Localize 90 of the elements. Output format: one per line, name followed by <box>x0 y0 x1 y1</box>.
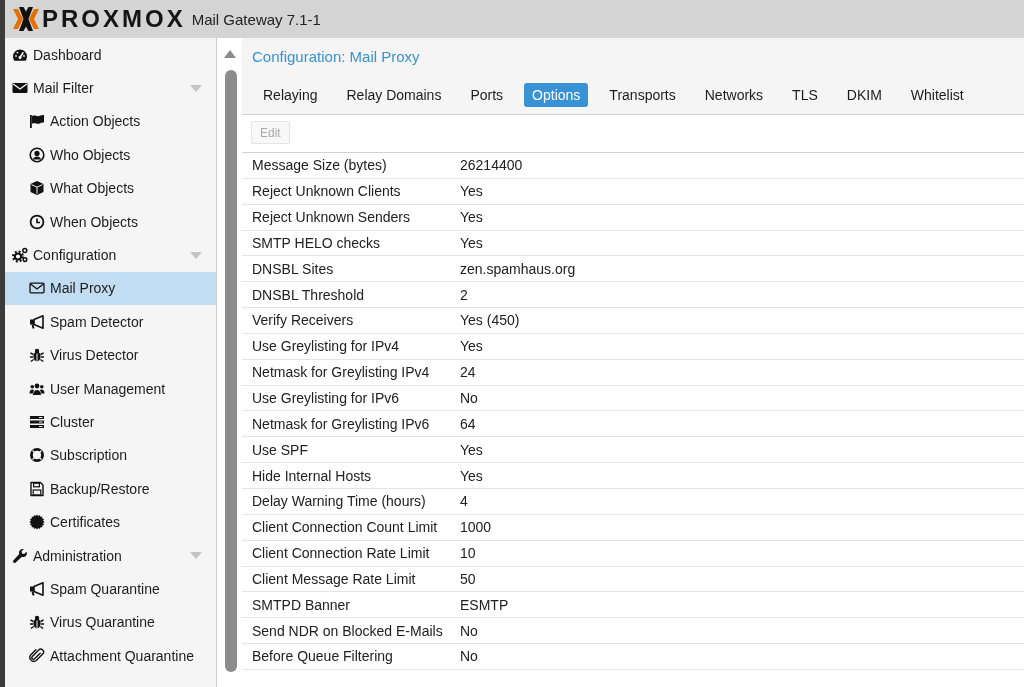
scroll-up-icon[interactable] <box>224 50 236 58</box>
property-value: 4 <box>459 493 468 510</box>
caret-down-icon[interactable] <box>190 84 202 92</box>
bug-icon <box>29 614 45 631</box>
property-name: Use SPF <box>251 441 309 458</box>
property-name: Delay Warning Time (hours) <box>251 493 427 510</box>
property-name: Reject Unknown Clients <box>251 183 402 200</box>
property-name: Reject Unknown Senders <box>251 209 411 226</box>
property-value: 50 <box>459 570 476 587</box>
tree-item[interactable]: What Objects <box>5 171 216 205</box>
tree-item[interactable]: Administration <box>5 538 216 573</box>
wrench-icon <box>12 547 28 564</box>
tree-item[interactable]: Backup/Restore <box>5 472 216 506</box>
property-name: SMTP HELO checks <box>251 234 382 251</box>
tab[interactable]: Relay Domains <box>338 83 450 107</box>
bug-icon <box>29 347 45 364</box>
property-name: Netmask for Greylisting IPv4 <box>251 364 431 381</box>
clock-icon <box>29 213 45 230</box>
tree-item[interactable]: Configuration <box>5 238 216 272</box>
property-value: zen.spamhaus.org <box>459 260 576 277</box>
property-value: No <box>459 648 478 665</box>
property-value: 1000 <box>459 519 492 536</box>
tree-item[interactable]: Attachment Quarantine <box>5 639 216 673</box>
property-name: DNSBL Sites <box>251 260 335 277</box>
megaphone-icon <box>29 580 45 597</box>
tab[interactable]: Networks <box>696 83 772 107</box>
tree-item[interactable]: Mail Proxy <box>5 271 216 306</box>
property-name: Client Message Rate Limit <box>251 570 417 587</box>
property-name: Send NDR on Blocked E-Mails <box>251 622 444 639</box>
property-value: 26214400 <box>459 157 523 174</box>
server-icon <box>29 414 45 430</box>
property-value: ESMTP <box>459 596 509 613</box>
property-name: Netmask for Greylisting IPv6 <box>251 415 431 432</box>
tree-item[interactable]: Virus Detector <box>5 338 216 372</box>
tab[interactable]: Transports <box>601 83 684 107</box>
user-circle-icon <box>29 146 45 163</box>
logo-mark-icon <box>13 7 39 31</box>
property-value: Yes <box>459 467 483 484</box>
property-value: 2 <box>459 286 468 303</box>
tab[interactable]: TLS <box>784 83 826 107</box>
product-title: Mail Gateway 7.1-1 <box>191 10 321 28</box>
tree-item[interactable]: Spam Quarantine <box>5 572 216 606</box>
tab[interactable]: Ports <box>462 83 512 107</box>
tree-item[interactable]: Certificates <box>5 505 216 539</box>
caret-down-icon[interactable] <box>190 251 202 259</box>
cube-icon <box>29 180 45 197</box>
property-name: Client Connection Rate Limit <box>251 545 431 562</box>
property-value: Yes <box>459 234 483 251</box>
tree-item[interactable]: Cluster <box>5 405 216 439</box>
logo-wordmark: PROXMOX <box>42 7 186 31</box>
life-ring-icon <box>29 447 45 464</box>
tree-item[interactable]: Virus Quarantine <box>5 605 216 640</box>
flag-icon <box>29 113 45 130</box>
tree-item[interactable]: Subscription <box>5 438 216 473</box>
property-name: Verify Receivers <box>251 312 355 329</box>
property-value: No <box>459 390 478 406</box>
caret-down-icon[interactable] <box>190 552 202 560</box>
tab[interactable]: Relaying <box>255 83 326 107</box>
megaphone-icon <box>29 313 45 330</box>
tree-item[interactable]: Action Objects <box>5 104 216 139</box>
property-name: SMTPD Banner <box>251 596 352 613</box>
property-value: Yes <box>459 338 483 355</box>
paperclip-icon <box>29 647 45 664</box>
property-name: Use Greylisting for IPv6 <box>251 390 401 406</box>
property-value: Yes (450) <box>459 312 520 329</box>
seal-icon <box>29 514 45 531</box>
property-name: Use Greylisting for IPv4 <box>251 338 401 355</box>
property-name: DNSBL Threshold <box>251 286 366 303</box>
tree-item[interactable]: When Objects <box>5 204 216 239</box>
property-name: Client Connection Count Limit <box>251 519 439 536</box>
property-name: Hide Internal Hosts <box>251 467 373 484</box>
tree-item[interactable]: Mail Filter <box>5 71 216 105</box>
tab[interactable]: Whitelist <box>902 83 972 107</box>
tree-item[interactable]: Dashboard <box>5 38 216 72</box>
property-name: Before Queue Filtering <box>251 648 394 665</box>
property-value: 24 <box>459 364 476 381</box>
property-value: 64 <box>459 415 476 432</box>
tree-item[interactable]: User Management <box>5 371 216 406</box>
property-value: 10 <box>459 545 476 562</box>
property-value: Yes <box>459 441 483 458</box>
gears-icon <box>12 247 28 264</box>
property-value: No <box>459 622 478 639</box>
tree-item[interactable]: Spam Detector <box>5 305 216 339</box>
tree-item[interactable]: Who Objects <box>5 138 216 172</box>
property-value: Yes <box>459 209 483 226</box>
property-value: Yes <box>459 183 483 200</box>
panel-title: Configuration: Mail Proxy <box>252 47 420 66</box>
scrollbar-thumb[interactable] <box>224 70 237 672</box>
property-name: Message Size (bytes) <box>251 157 388 174</box>
tab[interactable]: DKIM <box>838 83 890 107</box>
